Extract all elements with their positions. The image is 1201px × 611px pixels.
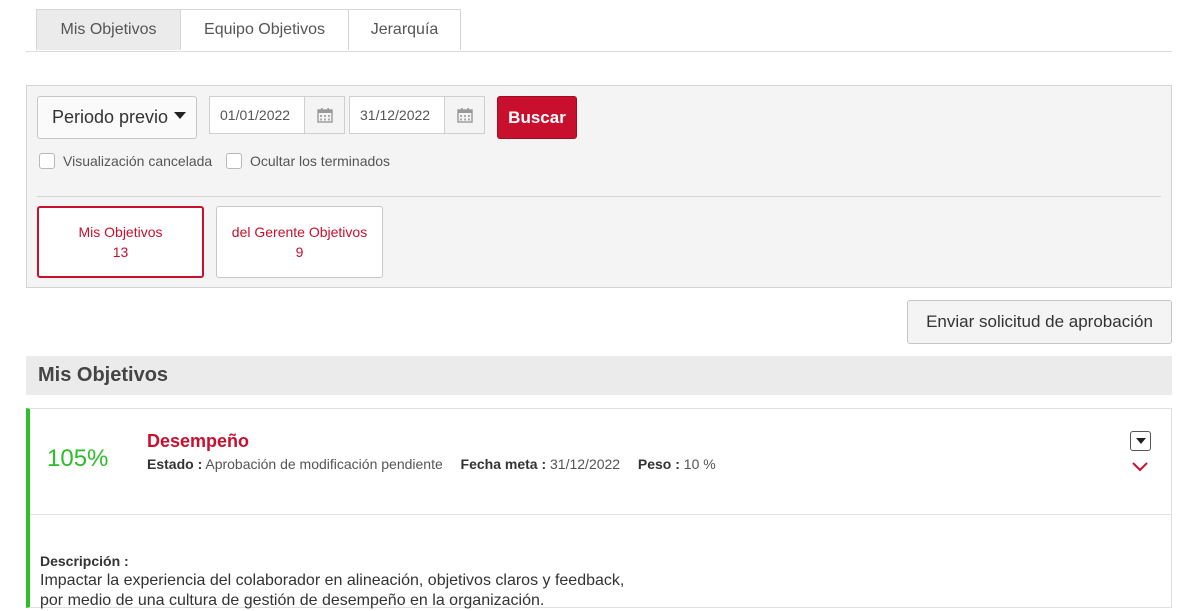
date-to-input[interactable]	[349, 96, 445, 134]
due-date-value: 31/12/2022	[550, 456, 621, 472]
caret-down-icon	[174, 112, 187, 119]
date-from-group	[209, 96, 345, 134]
objective-menu-button[interactable]	[1130, 431, 1151, 451]
description-label: Descripción :	[40, 553, 129, 569]
search-button[interactable]: Buscar	[497, 96, 577, 139]
tab-jerarquia[interactable]: Jerarquía	[348, 9, 461, 50]
panel-divider	[37, 196, 1161, 197]
calendar-icon	[456, 108, 473, 123]
objective-title[interactable]: Desempeño	[147, 431, 249, 452]
period-dropdown-label: Periodo previo	[52, 107, 169, 127]
date-to-group	[349, 96, 485, 134]
weight-value: 10 %	[683, 456, 716, 472]
section-title: Mis Objetivos	[26, 356, 1172, 395]
show-cancelled-checkbox[interactable]: Visualización cancelada	[39, 153, 212, 169]
due-date-label: Fecha meta :	[460, 456, 547, 472]
tab-divider	[26, 51, 1172, 52]
hide-finished-label: Ocultar los terminados	[250, 153, 391, 169]
calendar-icon	[316, 108, 333, 123]
summary-card-mis-objetivos[interactable]: Mis Objetivos 13	[37, 206, 204, 278]
calendar-from-button[interactable]	[305, 96, 345, 134]
summary-card-gerente-objetivos[interactable]: del Gerente Objetivos 9	[216, 206, 383, 278]
objective-divider	[30, 514, 1172, 515]
description-line-1: Impactar la experiencia del colaborador …	[40, 572, 625, 589]
description-line-2: por medio de una cultura de gestión de d…	[40, 592, 545, 609]
objective-meta: Estado : Aprobación de modificación pend…	[147, 456, 716, 472]
objective-card: 105% Desempeño Estado : Aprobación de mo…	[26, 408, 1172, 611]
summary-card-label: Mis Objetivos	[78, 224, 163, 240]
status-value: Aprobación de modificación pendiente	[205, 456, 443, 472]
filter-panel: Periodo previo Buscar	[26, 85, 1172, 288]
objective-percent: 105%	[47, 445, 109, 472]
summary-card-count: 13	[112, 244, 129, 260]
hide-finished-checkbox[interactable]: Ocultar los terminados	[226, 153, 390, 169]
weight-label: Peso :	[637, 456, 680, 472]
description-text: Impactar la experiencia del colaborador …	[40, 571, 740, 611]
calendar-to-button[interactable]	[445, 96, 485, 134]
caret-down-icon	[1135, 438, 1146, 444]
tab-bar: Mis Objetivos Equipo Objetivos Jerarquía	[36, 9, 461, 51]
date-from-input[interactable]	[209, 96, 305, 134]
summary-card-label: del Gerente Objetivos	[231, 224, 368, 240]
summary-card-count: 9	[295, 244, 304, 260]
checkbox-box[interactable]	[226, 153, 242, 169]
checkbox-box[interactable]	[39, 153, 55, 169]
send-approval-request-button[interactable]: Enviar solicitud de aprobación	[907, 300, 1172, 344]
tab-mis-objetivos[interactable]: Mis Objetivos	[36, 9, 181, 50]
show-cancelled-label: Visualización cancelada	[63, 153, 213, 169]
tab-equipo-objetivos[interactable]: Equipo Objetivos	[180, 9, 349, 50]
status-label: Estado :	[147, 456, 203, 472]
chevron-down-icon[interactable]	[1131, 461, 1149, 473]
period-dropdown-button[interactable]: Periodo previo	[37, 96, 197, 139]
